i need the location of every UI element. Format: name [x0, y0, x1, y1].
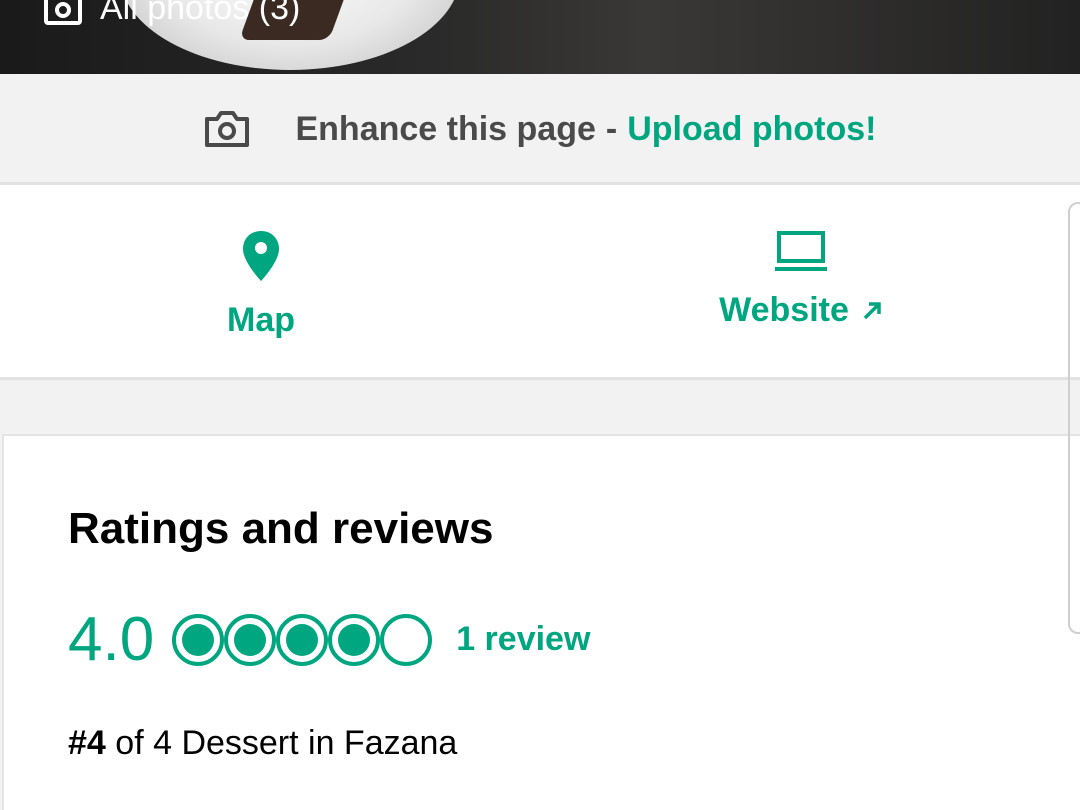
- all-photos-label: All photos (3): [100, 0, 301, 27]
- website-label: Website: [719, 291, 849, 329]
- rating-bubbles: [170, 612, 434, 668]
- enhance-separator: -: [605, 109, 618, 148]
- website-label-wrap: Website: [719, 291, 883, 330]
- rating-summary[interactable]: 4.0 1 review: [68, 604, 590, 675]
- ratings-title: Ratings and reviews: [68, 504, 494, 553]
- review-count-link[interactable]: 1 review: [456, 620, 590, 659]
- ratings-card: Ratings and reviews 4.0 1 review #4 of 4…: [2, 434, 1080, 810]
- rank-number: #4: [68, 724, 106, 762]
- laptop-icon: [773, 229, 829, 273]
- scrollbar[interactable]: [1068, 202, 1080, 634]
- map-label: Map: [227, 301, 295, 339]
- upload-photos-link[interactable]: Upload photos!: [627, 110, 876, 149]
- ranking-text[interactable]: #4 of 4 Dessert in Fazana: [68, 724, 457, 763]
- camera-icon: [203, 109, 251, 149]
- camera-icon: [44, 0, 82, 25]
- action-bar: Map Website: [0, 185, 1080, 380]
- external-arrow-icon: [861, 300, 883, 322]
- enhance-banner: Enhance this page - Upload photos!: [0, 76, 1080, 185]
- map-pin-icon: [241, 229, 281, 283]
- map-button[interactable]: Map: [224, 229, 298, 340]
- all-photos-link[interactable]: All photos (3): [44, 0, 300, 30]
- rating-score: 4.0: [68, 605, 155, 674]
- photo-header[interactable]: All photos (3): [0, 0, 1080, 74]
- website-button[interactable]: Website: [716, 229, 886, 330]
- enhance-text: Enhance this page: [295, 109, 596, 148]
- rank-description: of 4 Dessert in Fazana: [115, 724, 458, 762]
